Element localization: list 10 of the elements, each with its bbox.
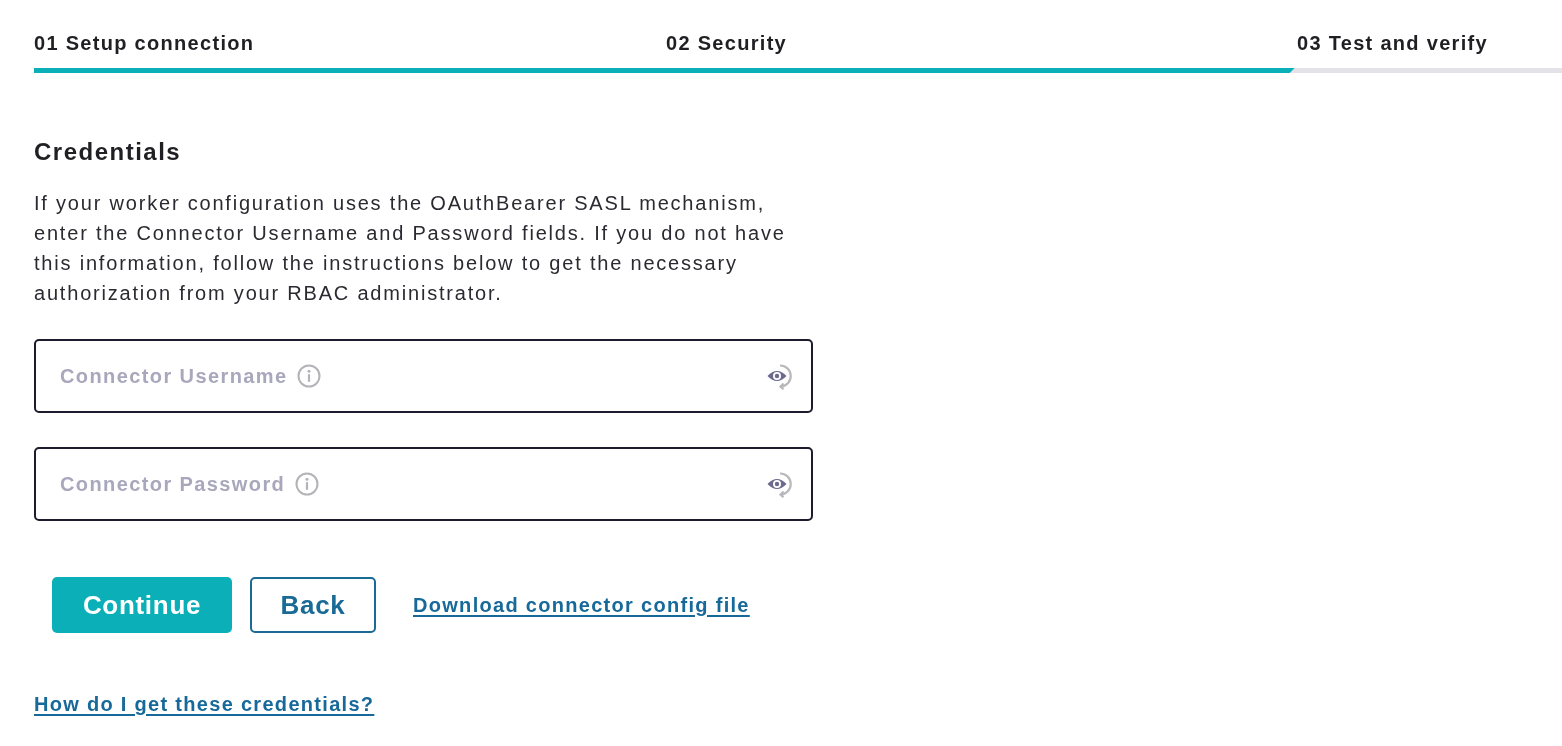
eye-icon[interactable] (765, 470, 793, 498)
step-label: 02 Security (666, 31, 788, 56)
eye-icon[interactable] (765, 362, 793, 390)
step-label: 03 Test and verify (1297, 31, 1488, 56)
back-button[interactable]: Back (250, 577, 376, 633)
download-link[interactable]: Download connector config file (413, 593, 750, 617)
description-text: If your worker configuration uses the OAuthBearer SASL mechanism, enter the Connector Username and Password fields. If you do not have this information, follow the instructions below to get the necessary authorization from your RBAC administrator. (34, 191, 787, 306)
section-title: Credentials (34, 137, 183, 167)
step-label: 01 Setup connection (34, 31, 255, 56)
help-link[interactable]: How do I get these credentials? (34, 691, 375, 717)
